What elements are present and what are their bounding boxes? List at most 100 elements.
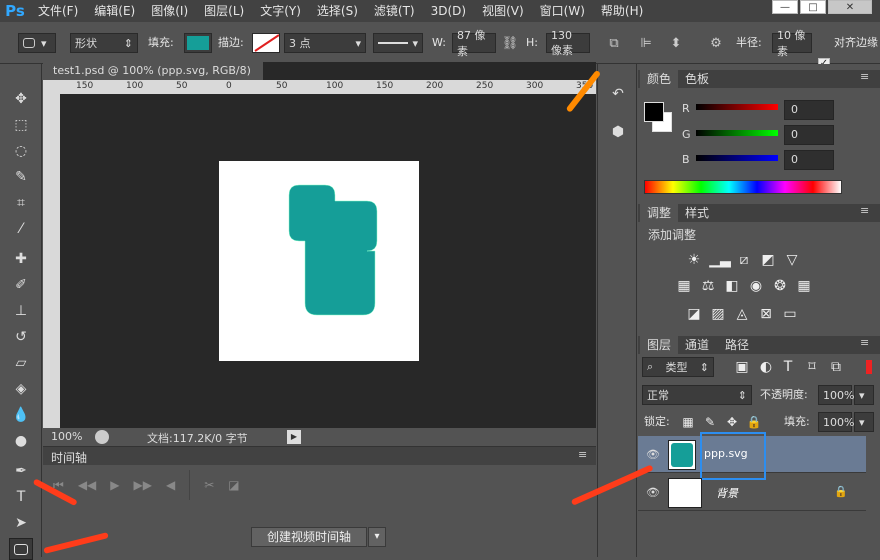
path-alignment-icon[interactable]: ⊫ [636, 33, 656, 53]
minimize-button[interactable]: — [772, 0, 798, 14]
filter-pixel-icon[interactable]: ▣ [732, 357, 752, 377]
lock-position-icon[interactable]: ✥ [722, 412, 742, 432]
history-brush-icon[interactable]: ↺ [9, 326, 33, 348]
stroke-width-field[interactable]: 3 点 ▾ [284, 33, 366, 53]
tab-color[interactable]: 颜色 [640, 70, 679, 88]
play-icon[interactable]: ▶ [110, 478, 119, 492]
previous-frame-icon[interactable]: ◀◀ [78, 478, 96, 492]
lock-all-icon[interactable]: 🔒 [744, 412, 764, 432]
pen-tool-icon[interactable]: ✒ [9, 460, 33, 482]
eye-icon[interactable]: 👁 [646, 448, 660, 461]
green-slider[interactable] [696, 130, 778, 136]
lock-pixels-icon[interactable]: ✎ [700, 412, 720, 432]
status-info-icon[interactable] [95, 430, 109, 444]
color-lookup-icon[interactable]: ▦ [794, 276, 814, 296]
panel-menu-icon[interactable]: ≡ [578, 448, 587, 461]
teal-shape[interactable] [219, 161, 419, 361]
marquee-tool-icon[interactable]: ⬚ [9, 114, 33, 136]
fill-dropdown-icon[interactable]: ▾ [854, 412, 874, 432]
tab-styles[interactable]: 样式 [678, 204, 716, 222]
photo-filter-icon[interactable]: ◉ [746, 276, 766, 296]
tab-paths[interactable]: 路径 [718, 336, 756, 354]
exposure-icon[interactable]: ◩ [758, 250, 778, 270]
menu-3d[interactable]: 3D(D) [423, 0, 474, 22]
layer-row-background[interactable]: 👁 背景 🔒 [638, 474, 866, 511]
fill-color-swatch[interactable] [184, 33, 212, 53]
blue-value[interactable]: 0 [784, 150, 834, 170]
menu-window[interactable]: 窗口(W) [532, 0, 593, 22]
eraser-tool-icon[interactable]: ▱ [9, 352, 33, 374]
gear-icon[interactable]: ⚙ [706, 33, 726, 53]
create-video-timeline-button[interactable]: 创建视频时间轴 [251, 527, 367, 547]
radius-field[interactable]: 10 像素 [772, 29, 812, 58]
clone-stamp-icon[interactable]: ⊥ [9, 300, 33, 322]
filter-shape-icon[interactable]: ⌑ [802, 357, 822, 377]
history-panel-icon[interactable]: ↶ [608, 86, 628, 106]
eyedropper-tool-icon[interactable]: ⁄ [9, 218, 33, 240]
maximize-button[interactable]: □ [800, 0, 826, 14]
close-button[interactable]: ✕ [828, 0, 872, 14]
opacity-dropdown-icon[interactable]: ▾ [854, 385, 874, 405]
status-menu-arrow-icon[interactable]: ▶ [287, 430, 301, 444]
adjust-panel-menu-icon[interactable]: ≡ [860, 204, 869, 217]
width-field[interactable]: 87 像素 [452, 29, 496, 58]
zoom-level[interactable]: 100% [51, 430, 82, 443]
audio-icon[interactable]: ◀ [166, 478, 175, 492]
menu-select[interactable]: 选择(S) [309, 0, 366, 22]
path-operations-icon[interactable]: ⧉ [604, 33, 624, 53]
layers-panel-menu-icon[interactable]: ≡ [860, 336, 869, 349]
3d-panel-icon[interactable]: ⬢ [608, 124, 628, 144]
canvas[interactable] [219, 161, 419, 361]
curves-icon[interactable]: ⧄ [734, 250, 754, 270]
layer-name[interactable]: 背景 [716, 485, 738, 501]
menu-type[interactable]: 文字(Y) [252, 0, 309, 22]
healing-brush-icon[interactable]: ✚ [9, 248, 33, 270]
eye-icon[interactable]: 👁 [646, 486, 660, 499]
layer-filter-select[interactable]: ⌕ 类型 ⇕ [642, 357, 714, 377]
blue-slider[interactable] [696, 155, 778, 161]
hue-saturation-icon[interactable]: ▦ [674, 276, 694, 296]
filter-type-icon[interactable]: T [778, 357, 798, 377]
threshold-icon[interactable]: ◬ [732, 304, 752, 324]
blur-tool-icon[interactable]: 💧 [9, 404, 33, 426]
dodge-tool-icon[interactable]: ● [9, 430, 33, 452]
quick-select-tool-icon[interactable]: ✎ [9, 166, 33, 188]
tool-mode-select[interactable]: 形状 ⇕ [70, 33, 138, 53]
menu-filter[interactable]: 滤镜(T) [366, 0, 423, 22]
vibrance-icon[interactable]: ▽ [782, 250, 802, 270]
paint-bucket-icon[interactable]: ◈ [9, 378, 33, 400]
crop-tool-icon[interactable]: ⌗ [9, 192, 33, 214]
transition-icon[interactable]: ◪ [228, 478, 239, 492]
brightness-icon[interactable]: ☀ [684, 250, 704, 270]
type-tool-icon[interactable]: T [9, 486, 33, 508]
menu-file[interactable]: 文件(F) [30, 0, 86, 22]
link-icon[interactable]: ⛓ [500, 33, 520, 53]
red-slider[interactable] [696, 104, 778, 110]
filter-toggle[interactable] [866, 360, 872, 374]
red-value[interactable]: 0 [784, 100, 834, 120]
move-tool-icon[interactable]: ✥ [9, 88, 33, 110]
brush-tool-icon[interactable]: ✐ [9, 274, 33, 296]
posterize-icon[interactable]: ▨ [708, 304, 728, 324]
invert-icon[interactable]: ◪ [684, 304, 704, 324]
filter-adjustment-icon[interactable]: ◐ [756, 357, 776, 377]
layer-row-ppp-svg[interactable]: 👁 ppp.svg [638, 432, 866, 480]
lock-transparent-icon[interactable]: ▦ [678, 412, 698, 432]
menu-edit[interactable]: 编辑(E) [86, 0, 143, 22]
scissors-icon[interactable]: ✂ [204, 478, 214, 492]
stroke-type-select[interactable]: ▾ [373, 33, 423, 53]
tab-adjustments[interactable]: 调整 [640, 204, 679, 222]
tool-preset-picker[interactable]: ▾ [18, 33, 56, 53]
fill-opacity-field[interactable]: 100% [818, 412, 854, 432]
color-spectrum-bar[interactable] [644, 180, 842, 194]
document-tab[interactable]: test1.psd @ 100% (ppp.svg, RGB/8) × [43, 62, 263, 95]
tab-swatches[interactable]: 色板 [678, 70, 716, 88]
tab-layers[interactable]: 图层 [640, 336, 679, 354]
menu-view[interactable]: 视图(V) [474, 0, 532, 22]
channel-mixer-icon[interactable]: ❂ [770, 276, 790, 296]
height-field[interactable]: 130 像素 [546, 29, 590, 57]
color-balance-icon[interactable]: ⚖ [698, 276, 718, 296]
path-select-tool-icon[interactable]: ➤ [9, 512, 33, 534]
menu-help[interactable]: 帮助(H) [593, 0, 651, 22]
next-frame-icon[interactable]: ▶▶ [134, 478, 152, 492]
